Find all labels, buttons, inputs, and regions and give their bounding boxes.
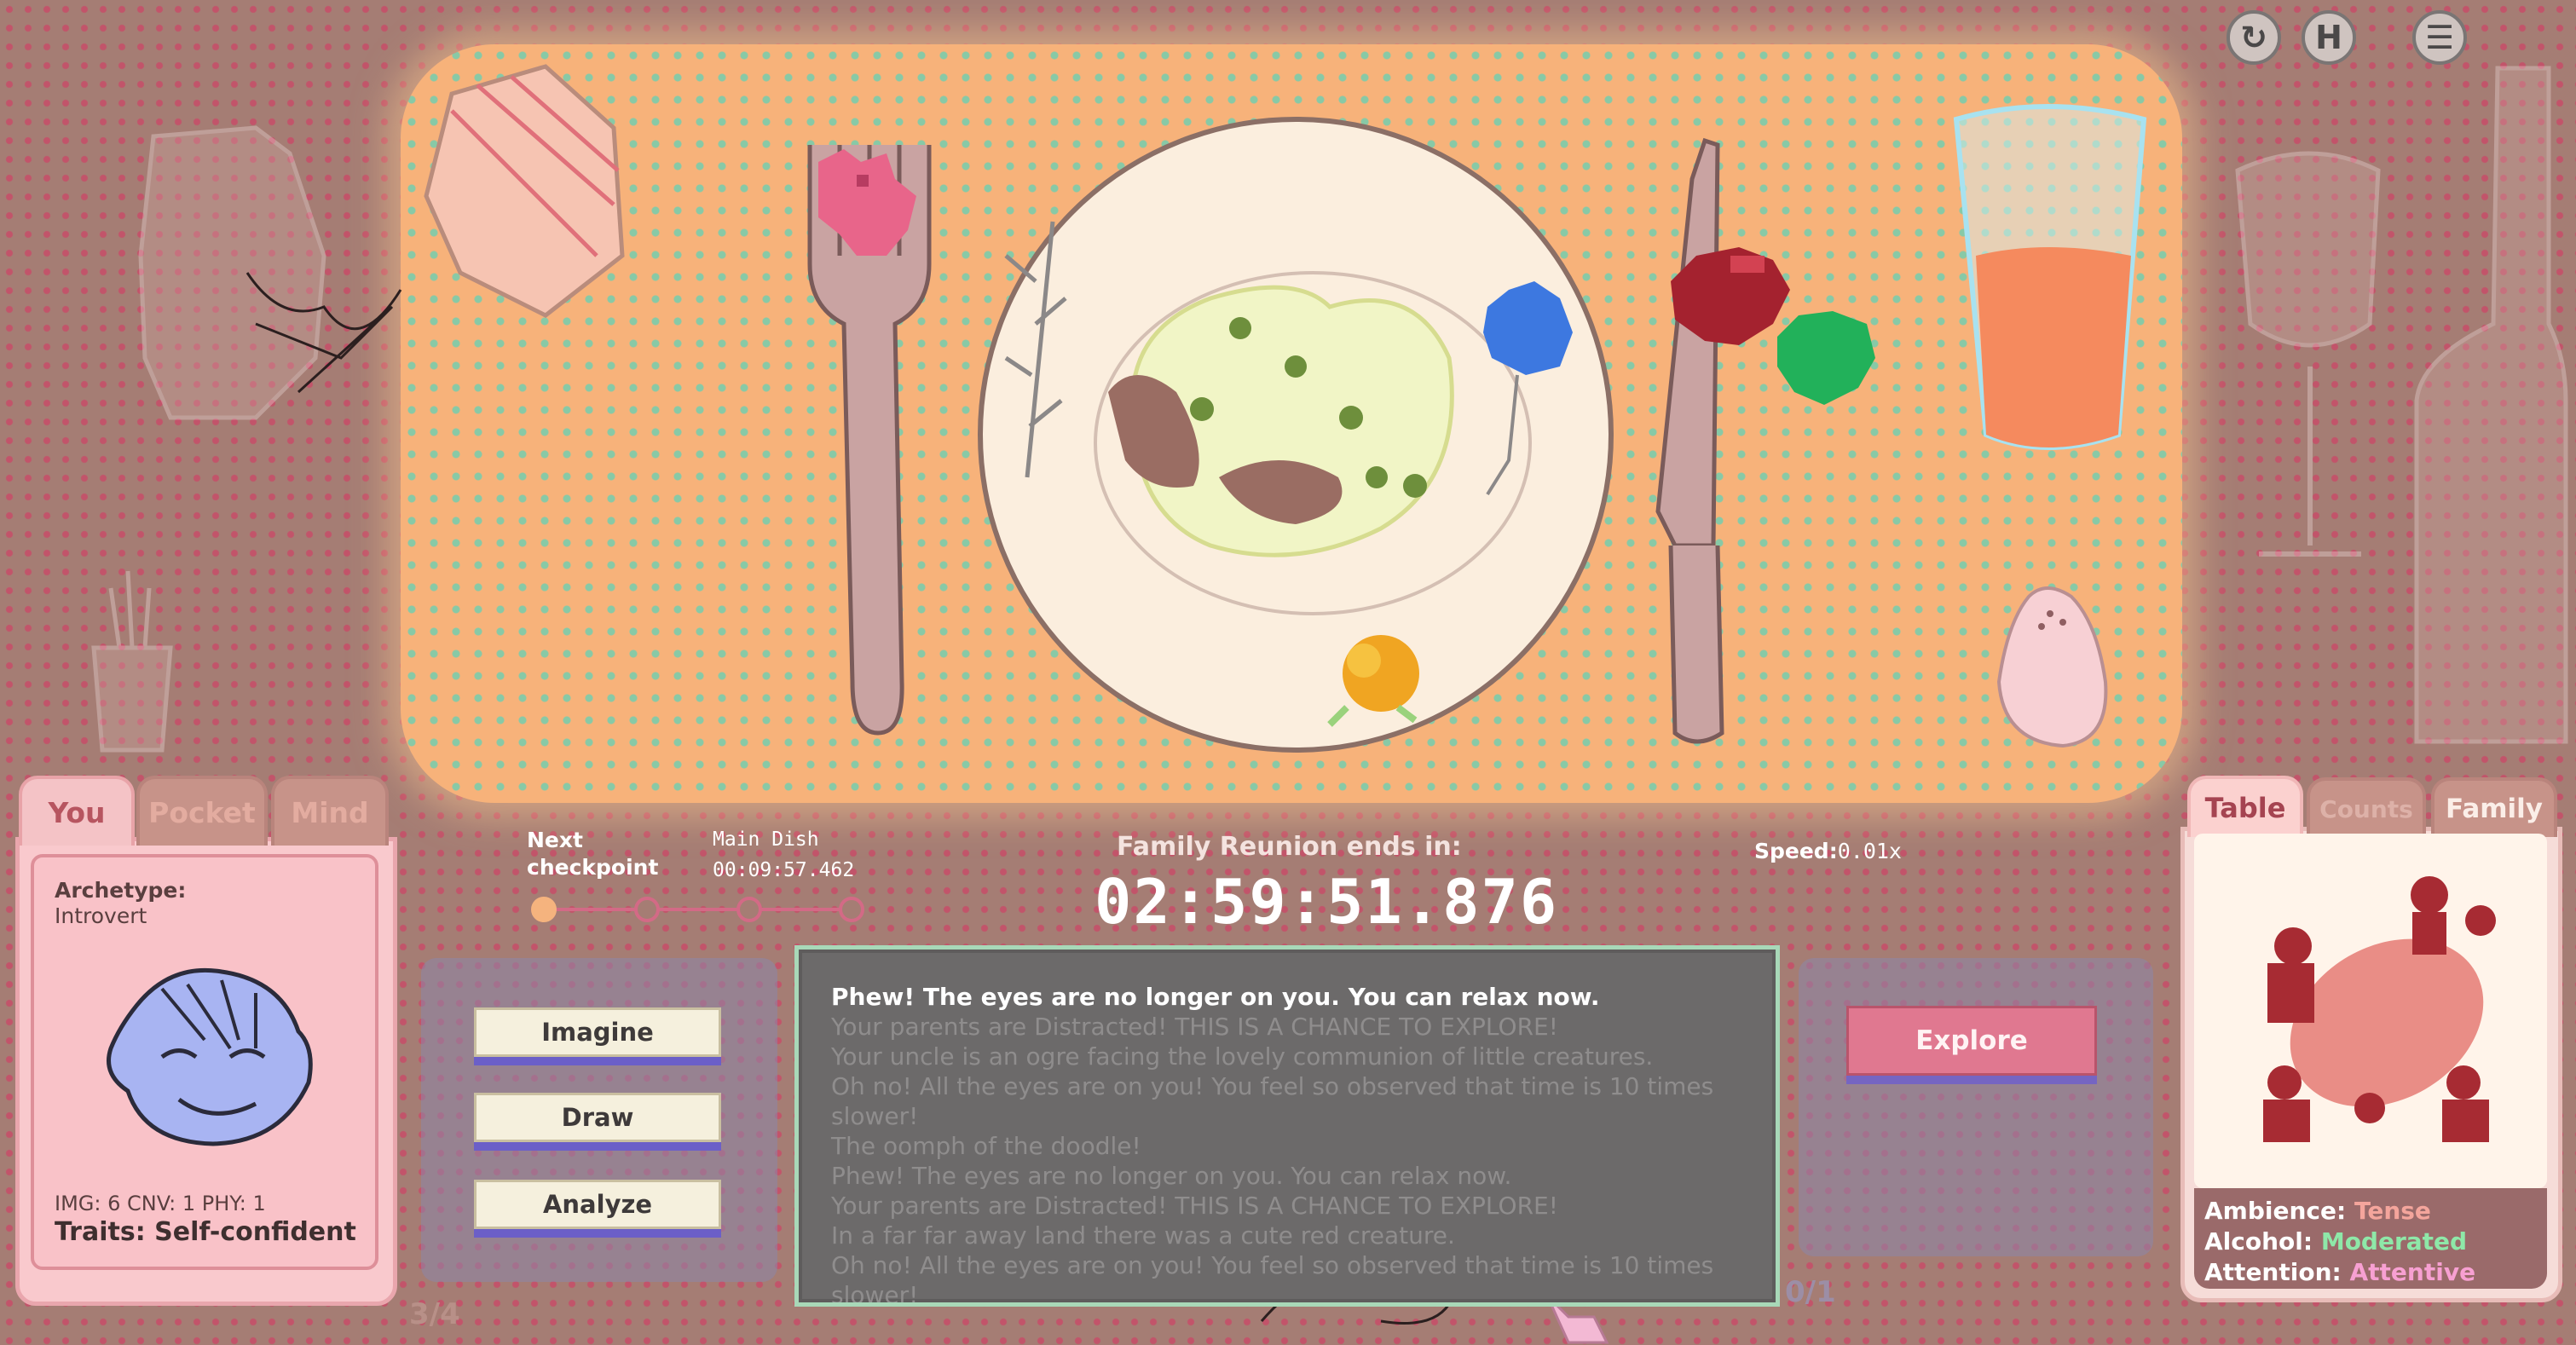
speed-label: Speed: bbox=[1754, 839, 1838, 863]
log-entry: Your parents are Distracted! THIS IS A C… bbox=[831, 1192, 1558, 1220]
tab-family[interactable]: Family bbox=[2431, 777, 2557, 837]
attention-label: Attention: bbox=[2204, 1258, 2342, 1286]
wine-glass bbox=[2235, 151, 2381, 557]
tab-counts[interactable]: Counts bbox=[2307, 777, 2426, 837]
knife[interactable] bbox=[1655, 137, 1724, 744]
draw-button[interactable]: Draw bbox=[474, 1093, 721, 1142]
event-log[interactable]: Phew! The eyes are no longer on you. You… bbox=[794, 945, 1780, 1307]
checkpoint-time: 00:09:57.462 bbox=[713, 859, 855, 881]
hint-icon[interactable]: H bbox=[2302, 10, 2356, 65]
attention-value: Attentive bbox=[2349, 1258, 2476, 1286]
next-checkpoint-label: Next checkpoint bbox=[527, 828, 659, 880]
avatar bbox=[107, 967, 313, 1146]
alcohol-status: Alcohol: Moderated bbox=[2204, 1227, 2467, 1256]
log-entry: The oomph of the doodle! bbox=[831, 1132, 1141, 1160]
attention-status: Attention: Attentive bbox=[2204, 1258, 2475, 1286]
archetype-label: Archetype: bbox=[55, 878, 187, 903]
log-entry: Your uncle is an ogre facing the lovely … bbox=[831, 1042, 1654, 1071]
checkpoint-dot bbox=[634, 897, 660, 922]
analyze-button[interactable]: Analyze bbox=[474, 1180, 721, 1229]
tab-you[interactable]: You bbox=[19, 776, 135, 846]
checkpoint-dot bbox=[531, 897, 557, 922]
ambience-status: Ambience: Tense bbox=[2204, 1197, 2431, 1225]
log-entry: Your parents are Distracted! THIS IS A C… bbox=[831, 1013, 1558, 1041]
traits-label: Traits: Self-confident bbox=[55, 1217, 356, 1247]
log-entry: Phew! The eyes are no longer on you. You… bbox=[831, 1162, 1512, 1190]
menu-icon[interactable]: ☰ bbox=[2412, 10, 2467, 65]
salt-shaker[interactable] bbox=[1996, 586, 2108, 748]
tab-mind[interactable]: Mind bbox=[271, 776, 389, 846]
reunion-timer: 02:59:51.876 bbox=[1095, 866, 1559, 938]
log-entry: Oh no! All the eyes are on you! You feel… bbox=[831, 1251, 1714, 1307]
water-pitcher bbox=[138, 125, 326, 420]
log-entry: Oh no! All the eyes are on you! You feel… bbox=[831, 1072, 1714, 1130]
stats-row: IMG: 6 CNV: 1 PHY: 1 bbox=[55, 1192, 266, 1215]
potted-plant bbox=[91, 570, 173, 753]
napkin[interactable] bbox=[424, 64, 625, 318]
explore-button[interactable]: Explore bbox=[1846, 1006, 2097, 1076]
reunion-timer-label: Family Reunion ends in: bbox=[1117, 832, 1462, 862]
speed-indicator: Speed:0.01x bbox=[1754, 839, 1902, 864]
tab-table[interactable]: Table bbox=[2187, 776, 2303, 837]
imagine-button[interactable]: Imagine bbox=[474, 1007, 721, 1057]
checkpoint-dot bbox=[736, 897, 762, 922]
explore-panel bbox=[1799, 958, 2153, 1256]
restart-icon[interactable]: ↻ bbox=[2227, 10, 2281, 65]
checkpoint-dot bbox=[839, 897, 864, 922]
family-table-illustration bbox=[2263, 876, 2496, 1142]
explore-counter: 0/1 bbox=[1785, 1275, 1836, 1309]
wine-bottle bbox=[2414, 66, 2568, 744]
juice-glass[interactable] bbox=[1953, 104, 2147, 450]
checkpoint-track bbox=[546, 908, 852, 911]
action-counter: 3/4 bbox=[409, 1297, 460, 1331]
ambience-label: Ambience: bbox=[2204, 1197, 2347, 1225]
alcohol-label: Alcohol: bbox=[2204, 1227, 2313, 1256]
speed-value: 0.01x bbox=[1837, 839, 1902, 863]
log-entry: In a far far away land there was a cute … bbox=[831, 1221, 1455, 1250]
log-entry: Phew! The eyes are no longer on you. You… bbox=[831, 983, 1600, 1011]
green-creature[interactable] bbox=[1777, 311, 1875, 405]
archetype-value: Introvert bbox=[55, 903, 147, 928]
tab-pocket[interactable]: Pocket bbox=[136, 776, 268, 846]
ambience-value: Tense bbox=[2354, 1197, 2431, 1225]
checkpoint-course: Main Dish bbox=[713, 828, 819, 851]
alcohol-value: Moderated bbox=[2320, 1227, 2468, 1256]
